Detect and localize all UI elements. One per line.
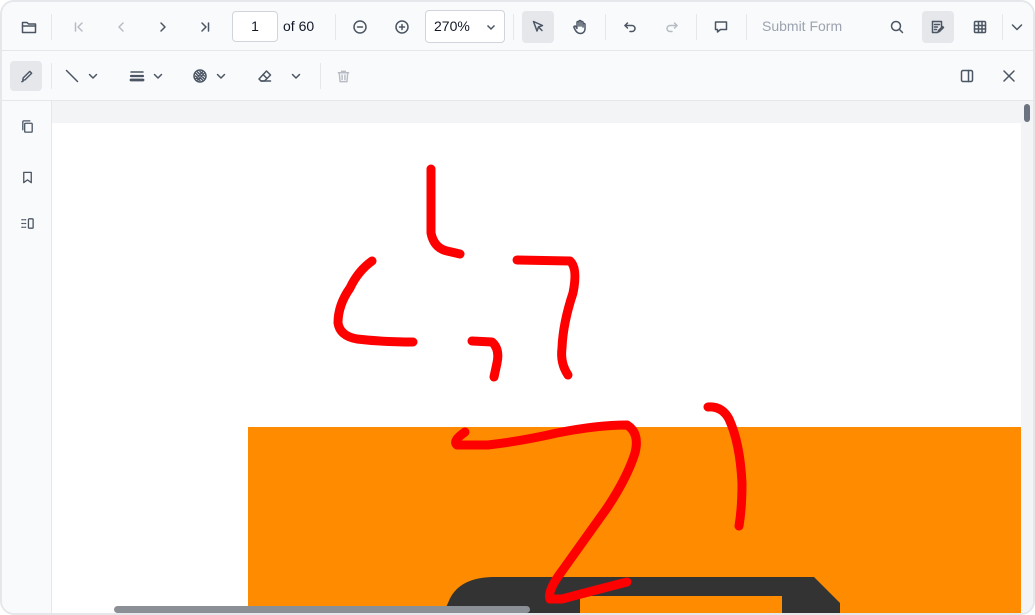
separator [51, 63, 52, 89]
close-icon [1003, 70, 1015, 82]
separator [605, 14, 606, 40]
document-viewer[interactable] [52, 101, 1033, 613]
form-designer-icon[interactable] [964, 11, 996, 43]
bookmark-icon[interactable] [16, 166, 38, 188]
separator [320, 63, 321, 89]
eraser-icon [258, 70, 272, 82]
ink-stroke [512, 255, 580, 380]
pdf-page[interactable] [52, 123, 1021, 613]
line-icon [65, 69, 79, 83]
pen-icon [20, 70, 32, 82]
zoom-in-icon[interactable] [386, 11, 418, 43]
chevron-down-icon [291, 73, 301, 79]
next-page-icon[interactable] [147, 11, 179, 43]
separator [513, 14, 514, 40]
zoom-value: 270% [434, 18, 470, 34]
annotation-panel-toggle[interactable] [959, 61, 975, 91]
first-page-icon[interactable] [63, 11, 95, 43]
delete-annotation-button[interactable] [336, 61, 351, 91]
zoom-dropdown[interactable]: 270% [425, 10, 505, 43]
redo-icon[interactable] [656, 11, 688, 43]
selection-tool-icon[interactable] [522, 11, 554, 43]
annotation-toolbar [2, 51, 1033, 101]
orange-inner-shape [580, 596, 782, 613]
ink-stroke [467, 336, 503, 382]
pdf-viewer: 1 of 60 270% Submit Form [0, 0, 1035, 615]
page-content [248, 164, 1021, 613]
main-toolbar: 1 of 60 270% Submit Form [2, 2, 1033, 51]
panel-icon [960, 69, 974, 83]
previous-page-icon[interactable] [105, 11, 137, 43]
page-thumbnails-icon[interactable] [16, 115, 38, 137]
navigation-sidebar [2, 101, 52, 613]
annotation-edit-icon[interactable] [922, 11, 954, 43]
zoom-out-icon[interactable] [344, 11, 376, 43]
separator [335, 14, 336, 40]
pan-tool-icon[interactable] [564, 11, 596, 43]
separator [51, 14, 52, 40]
line-thickness-icon [129, 71, 145, 82]
ink-stroke [426, 164, 465, 259]
separator [696, 14, 697, 40]
ink-stroke [333, 256, 418, 347]
close-annotation-toolbar[interactable] [1001, 61, 1017, 91]
ink-pen-tool-button[interactable] [10, 61, 42, 91]
search-icon[interactable] [881, 11, 913, 43]
page-number-input[interactable]: 1 [232, 11, 278, 42]
undo-icon[interactable] [614, 11, 646, 43]
chevron-down-icon [153, 73, 163, 79]
last-page-icon[interactable] [189, 11, 221, 43]
opacity-dropdown[interactable] [192, 61, 226, 91]
submit-form-button[interactable]: Submit Form [762, 18, 842, 34]
vertical-scrollbar[interactable] [1024, 104, 1030, 122]
chevron-down-icon [88, 73, 98, 79]
separator [746, 14, 747, 40]
line-style-dropdown[interactable] [64, 61, 98, 91]
chevron-down-icon [216, 73, 226, 79]
comment-icon[interactable] [705, 11, 737, 43]
trash-icon [337, 70, 350, 82]
open-file-icon[interactable] [13, 11, 45, 43]
thickness-dropdown[interactable] [129, 61, 163, 91]
eraser-dropdown[interactable] [257, 61, 301, 91]
organize-pages-icon[interactable] [16, 212, 38, 234]
page-count-label: of 60 [283, 18, 315, 34]
horizontal-scrollbar[interactable] [114, 606, 530, 613]
opacity-icon [193, 69, 207, 83]
more-options-chevron-icon[interactable] [1001, 11, 1033, 43]
chevron-down-icon [486, 24, 496, 31]
